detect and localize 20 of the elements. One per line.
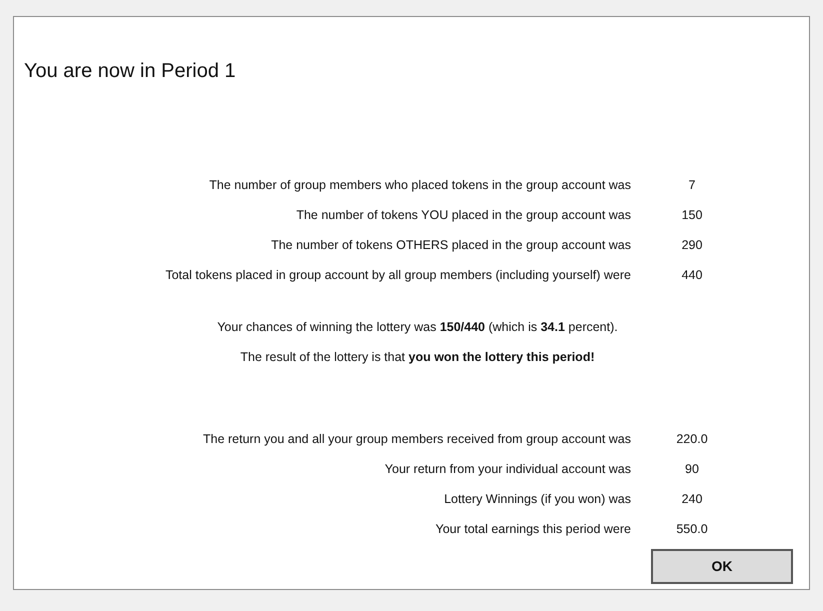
row-value: 150 [680, 206, 704, 224]
row-label: Total tokens placed in group account by all group members (including yourself) were [164, 266, 631, 284]
row-label: The return you and all your group members received from group account was [202, 430, 631, 448]
row-label: Lottery Winnings (if you won) was [443, 490, 631, 508]
row-label: Your total earnings this period were [434, 520, 631, 538]
lottery-sentence: Your chances of winning the lottery was 150/440 (which is 34.1 percent). [217, 319, 618, 336]
row-value: 550.0 [675, 520, 709, 538]
row-value: 90 [684, 460, 700, 478]
row-value: 220.0 [675, 430, 709, 448]
row-label: The number of tokens OTHERS placed in the group account was [270, 236, 631, 254]
row-value: 290 [680, 236, 704, 254]
period-title: You are now in Period 1 [24, 59, 236, 84]
row-value: 7 [688, 176, 696, 194]
ok-button[interactable]: OK [651, 549, 793, 584]
row-label: The number of group members who placed tokens in the group account was [208, 176, 631, 194]
row-value: 440 [680, 266, 704, 284]
row-value: 240 [680, 490, 704, 508]
row-label: The number of tokens YOU placed in the group account was [295, 206, 631, 224]
lottery-sentence: The result of the lottery is that you won the lottery this period! [240, 349, 595, 366]
row-label: Your return from your individual account was [384, 460, 631, 478]
